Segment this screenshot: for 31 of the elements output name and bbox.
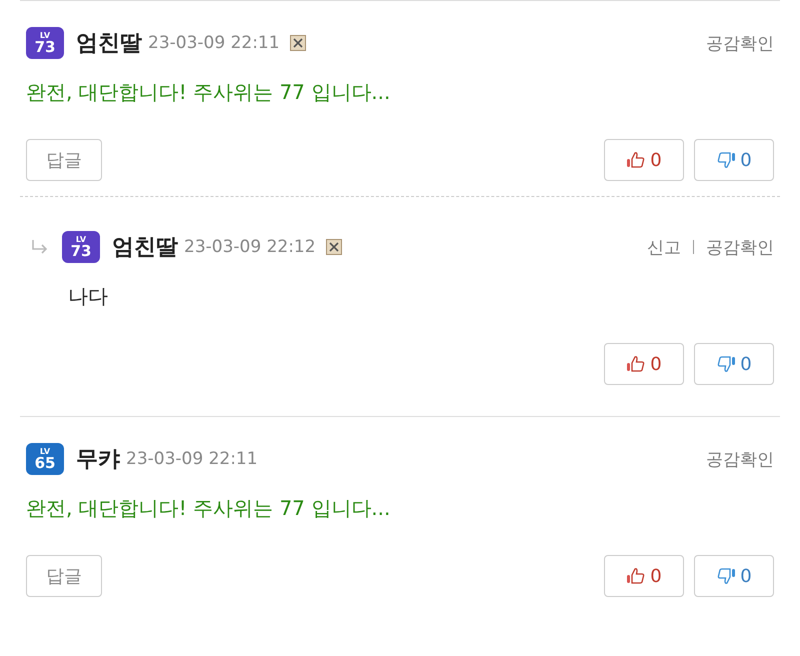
thumbs-down-icon <box>716 567 736 585</box>
comment-text: 완전, 대단합니다! 주사위는 77 입니다... <box>26 495 392 522</box>
comment-time: 23-03-09 22:11 <box>126 449 258 469</box>
thumbs-up-icon <box>626 567 646 585</box>
reply-arrow-icon <box>30 239 50 255</box>
author-name: 엄친딸 <box>76 30 142 58</box>
comment-text: 나다 <box>67 283 109 310</box>
comment-time: 23-03-09 22:11 <box>148 33 280 53</box>
author-name: 무캬 <box>76 446 120 474</box>
reply-button[interactable]: 답글 <box>26 139 102 181</box>
action-link[interactable]: 공감확인 <box>706 236 774 258</box>
thumbs-down-icon <box>716 151 736 169</box>
like-button[interactable]: 0 <box>604 343 684 385</box>
like-button[interactable]: 0 <box>604 139 684 181</box>
action-link[interactable]: 공감확인 <box>706 448 774 470</box>
action-link[interactable]: 신고 <box>647 236 681 258</box>
reply-button[interactable]: 답글 <box>26 555 102 597</box>
thumbs-down-icon <box>716 355 736 373</box>
level-badge: LV 73 <box>26 27 64 59</box>
like-button[interactable]: 0 <box>604 555 684 597</box>
level-badge: LV 65 <box>26 443 64 475</box>
author-name: 엄친딸 <box>112 234 178 262</box>
thumbs-up-icon <box>626 151 646 169</box>
dislike-button[interactable]: 0 <box>694 139 774 181</box>
thumbs-up-icon <box>626 355 646 373</box>
action-link[interactable]: 공감확인 <box>706 32 774 54</box>
comment-time: 23-03-09 22:12 <box>184 237 316 257</box>
dislike-button[interactable]: 0 <box>694 555 774 597</box>
comment-text: 완전, 대단합니다! 주사위는 77 입니다... <box>26 79 392 106</box>
dislike-button[interactable]: 0 <box>694 343 774 385</box>
level-badge: LV 73 <box>62 231 100 263</box>
